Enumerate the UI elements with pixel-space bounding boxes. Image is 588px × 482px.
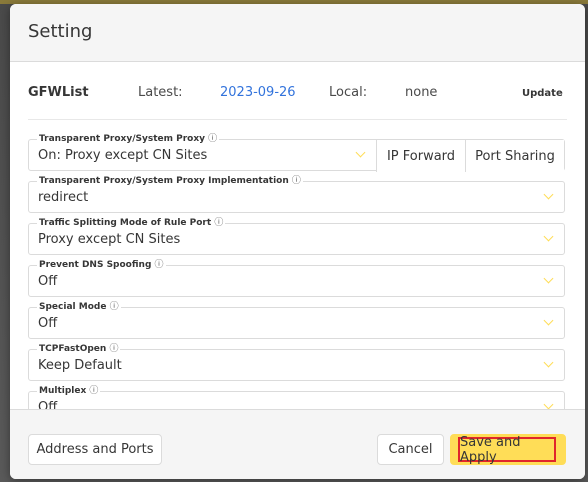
question-circle-icon[interactable]: ⓘ — [89, 386, 98, 396]
traffic-splitting-select[interactable]: Traffic Splitting Mode of Rule Port ⓘ Pr… — [28, 215, 565, 255]
tcp-fast-open-select[interactable]: TCPFastOpen ⓘ Keep Default — [28, 341, 565, 381]
tcp-fast-open-label: TCPFastOpen ⓘ — [37, 341, 121, 354]
chevron-down-icon — [543, 357, 554, 368]
gfwlist-name: GFWList — [28, 85, 89, 100]
dialog-body[interactable]: GFWList Latest: 2023-09-26 Local: none U… — [10, 62, 585, 412]
traffic-splitting-label: Traffic Splitting Mode of Rule Port ⓘ — [37, 215, 226, 228]
chevron-down-icon — [543, 315, 554, 326]
chevron-down-icon — [355, 147, 366, 158]
special-mode-value: Off — [38, 316, 58, 331]
multiplex-label: Multiplex ⓘ — [37, 383, 101, 396]
traffic-splitting-value: Proxy except CN Sites — [38, 232, 181, 247]
dns-spoofing-select[interactable]: Prevent DNS Spoofing ⓘ Off — [28, 257, 565, 297]
question-circle-icon[interactable]: ⓘ — [292, 176, 301, 186]
proxy-implementation-label: Transparent Proxy/System Proxy Implement… — [37, 173, 303, 186]
transparent-proxy-field: Transparent Proxy/System Proxy ⓘ On: Pro… — [28, 131, 565, 172]
port-sharing-button[interactable]: Port Sharing — [465, 140, 564, 172]
dialog-footer: Address and Ports Cancel Save and Apply — [10, 409, 585, 479]
question-circle-icon[interactable]: ⓘ — [110, 302, 119, 312]
gfwlist-row: GFWList Latest: 2023-09-26 Local: none U… — [10, 62, 585, 119]
question-circle-icon[interactable]: ⓘ — [214, 218, 223, 228]
gfwlist-latest-label: Latest: — [138, 85, 183, 100]
special-mode-label: Special Mode ⓘ — [37, 299, 121, 312]
question-circle-icon[interactable]: ⓘ — [155, 260, 164, 270]
transparent-proxy-value: On: Proxy except CN Sites — [38, 148, 208, 163]
ip-forward-button[interactable]: IP Forward — [376, 140, 465, 172]
gfwlist-update-button[interactable]: Update — [522, 88, 563, 99]
special-mode-select[interactable]: Special Mode ⓘ Off — [28, 299, 565, 339]
transparent-proxy-select[interactable]: On: Proxy except CN Sites — [29, 140, 376, 170]
address-and-ports-button[interactable]: Address and Ports — [28, 434, 162, 465]
proxy-implementation-select[interactable]: Transparent Proxy/System Proxy Implement… — [28, 173, 565, 213]
gfwlist-local-label: Local: — [329, 85, 368, 100]
settings-dialog: Setting GFWList Latest: 2023-09-26 Local… — [10, 4, 585, 479]
question-circle-icon[interactable]: ⓘ — [109, 344, 118, 354]
chevron-down-icon — [543, 273, 554, 284]
chevron-down-icon — [543, 399, 554, 410]
tcp-fast-open-value: Keep Default — [38, 358, 122, 373]
save-and-apply-button[interactable]: Save and Apply — [450, 434, 566, 465]
dialog-title: Setting — [28, 21, 93, 42]
dns-spoofing-value: Off — [38, 274, 58, 289]
proxy-implementation-value: redirect — [38, 190, 89, 205]
gfwlist-latest-version-link[interactable]: 2023-09-26 — [220, 85, 296, 100]
chevron-down-icon — [543, 189, 554, 200]
divider — [28, 119, 567, 120]
gfwlist-local-version: none — [405, 85, 438, 100]
dns-spoofing-label: Prevent DNS Spoofing ⓘ — [37, 257, 166, 270]
chevron-down-icon — [543, 231, 554, 242]
save-and-apply-label: Save and Apply — [458, 435, 556, 465]
dialog-header: Setting — [10, 4, 585, 62]
cancel-button[interactable]: Cancel — [377, 434, 444, 465]
